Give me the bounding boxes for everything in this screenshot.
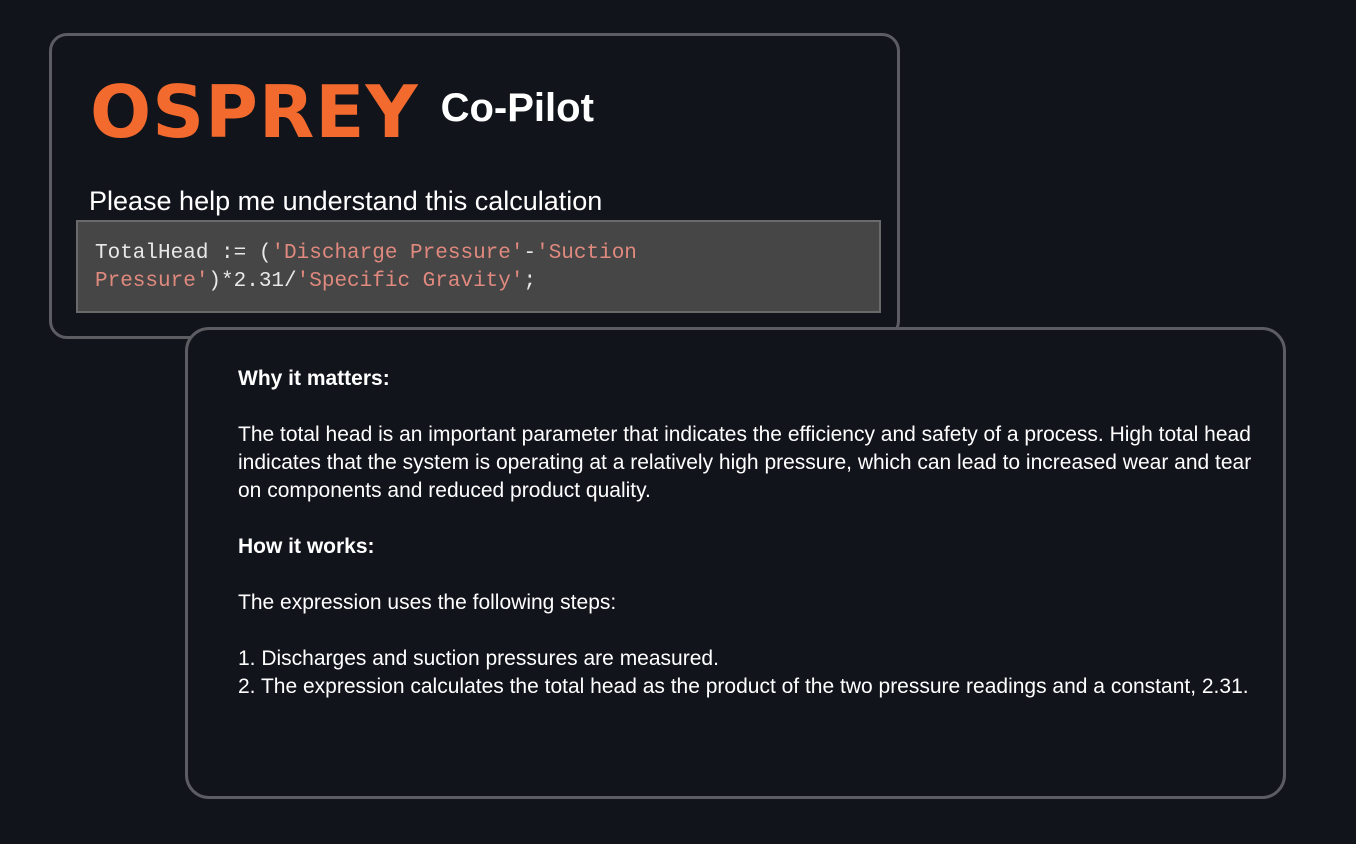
step-item: 2. The expression calculates the total h… [238,675,1249,698]
code-token: ; [523,270,537,293]
code-token: )*2.31/ [208,270,297,293]
code-block: TotalHead := ('Discharge Pressure'-'Suct… [76,220,881,313]
osprey-logo: OSPREY [90,70,419,154]
how-intro: The expression uses the following steps: [238,591,617,614]
user-prompt: Please help me understand this calculati… [89,186,603,216]
why-heading: Why it matters: [238,367,390,390]
answer-body: Why it matters: The total head is an imp… [238,365,1268,701]
code-string-token: 'Discharge Pressure' [271,242,524,265]
brand-header: OSPREY Co-Pilot [90,76,594,148]
step-item: 1. Discharges and suction pressures are … [238,647,719,670]
code-token: TotalHead := ( [95,242,272,265]
why-paragraph: The total head is an important parameter… [238,423,1252,502]
code-token: - [523,242,537,265]
answer-card: Why it matters: The total head is an imp… [185,327,1286,799]
how-heading: How it works: [238,535,375,558]
product-name: Co-Pilot [440,86,594,130]
code-string-token: 'Specific Gravity' [296,270,524,293]
prompt-card: OSPREY Co-Pilot Please help me understan… [49,33,900,339]
copilot-view: OSPREY Co-Pilot Please help me understan… [0,0,1356,844]
